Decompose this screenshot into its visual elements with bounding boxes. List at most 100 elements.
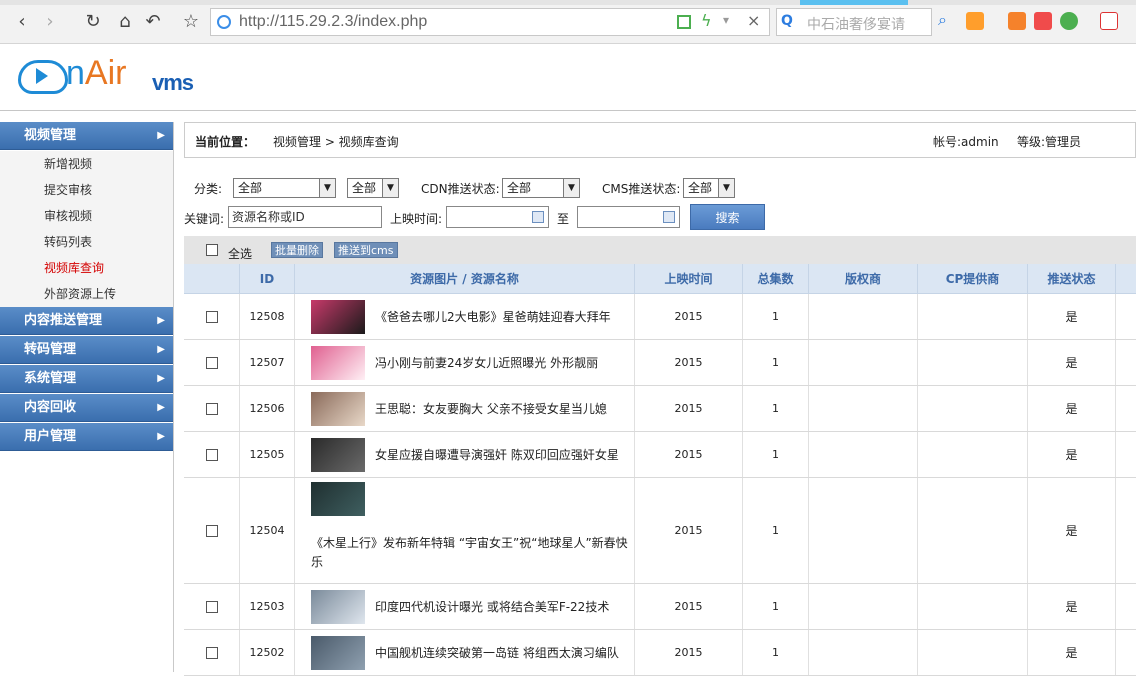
submenu-submit-review[interactable]: 提交审核 [0, 177, 173, 203]
end-date-input[interactable] [577, 206, 680, 228]
category-value: 全部 [238, 181, 263, 195]
header-copyright[interactable]: 版权商 [809, 264, 918, 294]
resource-thumbnail[interactable] [311, 590, 365, 624]
category-select[interactable]: 全部 ▼ [233, 178, 336, 198]
calendar-icon[interactable] [663, 211, 675, 223]
subcategory-select[interactable]: 全部 ▼ [347, 178, 399, 198]
breadcrumb-label: 当前位置： [195, 135, 256, 149]
menu-video-management[interactable]: 视频管理 ▶ [0, 122, 173, 150]
header-push-status[interactable]: 推送状态 [1028, 264, 1116, 294]
resource-title[interactable]: 女星应援自曝遭导演强奸 陈双印回应强奸女星 [375, 446, 619, 463]
resource-thumbnail[interactable] [311, 438, 365, 472]
address-bar[interactable]: http://115.29.2.3/index.php ϟ ▾ × [210, 8, 770, 36]
row-push-status: 是 [1028, 340, 1116, 385]
menu-user-management[interactable]: 用户管理 ▶ [0, 423, 173, 451]
row-id: 12505 [240, 432, 295, 477]
resource-title[interactable]: 中国舰机连续突破第一岛链 将组西太演习编队 [375, 644, 619, 661]
row-checkbox[interactable] [205, 356, 218, 369]
row-resource: 王思聪：女友要胸大 父亲不接受女星当儿媳 [295, 386, 635, 431]
submenu-external-upload[interactable]: 外部资源上传 [0, 281, 173, 307]
search-engine-icon[interactable]: Q [781, 13, 793, 29]
calendar-icon[interactable] [532, 211, 544, 223]
resource-title[interactable]: 《木星上行》发布新年特辑 “宇宙女王”祝“地球星人”新春快乐 [311, 534, 631, 572]
cms-status-select[interactable]: 全部 ▼ [683, 178, 735, 198]
header-id[interactable]: ID [240, 264, 295, 294]
security-icon[interactable] [1060, 12, 1078, 30]
resource-thumbnail[interactable] [311, 300, 365, 334]
table-header: ID 资源图片 / 资源名称 上映时间 总集数 版权商 CP提供商 推送状态 [184, 264, 1136, 294]
browser-search-input[interactable]: Q 中石油奢侈宴请 [776, 8, 932, 36]
menu-content-push[interactable]: 内容推送管理 ▶ [0, 307, 173, 335]
start-date-input[interactable] [446, 206, 549, 228]
row-release-year: 2015 [635, 386, 743, 431]
row-checkbox[interactable] [205, 524, 218, 537]
home-icon[interactable]: ⌂ [114, 10, 136, 34]
undo-icon[interactable]: ↶ [142, 10, 164, 34]
submenu-transcode-list[interactable]: 转码列表 [0, 229, 173, 255]
row-checkbox[interactable] [205, 448, 218, 461]
header-resource[interactable]: 资源图片 / 资源名称 [295, 264, 635, 294]
search-button[interactable]: 搜索 [690, 204, 765, 230]
row-cp-provider [918, 340, 1028, 385]
push-cms-button[interactable]: 推送到cms [334, 242, 398, 258]
mail-icon[interactable] [1034, 12, 1052, 30]
resource-thumbnail[interactable] [311, 392, 365, 426]
row-release-year: 2015 [635, 340, 743, 385]
translate-icon[interactable] [1100, 12, 1118, 30]
menu-content-recycle[interactable]: 内容回收 ▶ [0, 394, 173, 422]
speed-mode-icon[interactable]: ϟ [701, 11, 712, 30]
header-release-date[interactable]: 上映时间 [635, 264, 743, 294]
triangle-right-icon: ▶ [157, 431, 165, 442]
chevron-down-icon: ▼ [718, 179, 734, 197]
row-resource: 冯小刚与前妻24岁女儿近照曝光 外形靓丽 [295, 340, 635, 385]
row-push-status: 是 [1028, 386, 1116, 431]
row-copyright [809, 340, 918, 385]
row-checkbox[interactable] [205, 402, 218, 415]
submenu-add-video[interactable]: 新增视频 [0, 151, 173, 177]
submenu-review-video[interactable]: 审核视频 [0, 203, 173, 229]
extension-icon[interactable] [1008, 12, 1026, 30]
table-row: 12503 印度四代机设计曝光 或将结合美军F-22技术 2015 1 是 [184, 584, 1136, 630]
row-cp-provider [918, 584, 1028, 629]
submenu-video-library[interactable]: 视频库查询 [0, 255, 173, 281]
resource-title[interactable]: 《爸爸去哪儿2大电影》星爸萌娃迎春大拜年 [375, 308, 611, 325]
cdn-status-value: 全部 [507, 181, 532, 195]
select-all-checkbox[interactable] [206, 244, 218, 256]
apps-icon[interactable] [966, 12, 984, 30]
row-episodes: 1 [743, 294, 809, 339]
refresh-icon[interactable]: ↻ [82, 10, 104, 34]
forward-icon[interactable]: › [40, 10, 60, 34]
resource-title[interactable]: 冯小刚与前妻24岁女儿近照曝光 外形靓丽 [375, 354, 598, 371]
header-episodes[interactable]: 总集数 [743, 264, 809, 294]
keyword-input[interactable]: 资源名称或ID [228, 206, 382, 228]
menu-label: 视频管理 [24, 128, 77, 143]
header-cp-provider[interactable]: CP提供商 [918, 264, 1028, 294]
row-checkbox[interactable] [205, 310, 218, 323]
cdn-status-select[interactable]: 全部 ▼ [502, 178, 580, 198]
search-icon[interactable]: ⌕ [938, 10, 947, 30]
row-cp-provider [918, 630, 1028, 675]
row-id: 12506 [240, 386, 295, 431]
resource-title[interactable]: 印度四代机设计曝光 或将结合美军F-22技术 [375, 598, 609, 615]
resource-thumbnail[interactable] [311, 636, 365, 670]
row-checkbox[interactable] [205, 646, 218, 659]
menu-transcode[interactable]: 转码管理 ▶ [0, 336, 173, 364]
close-icon[interactable]: × [747, 11, 760, 30]
breadcrumb: 当前位置： 视频管理 > 视频库查询 帐号:admin 等级:管理员 [184, 122, 1136, 158]
row-release-year: 2015 [635, 630, 743, 675]
url-dropdown-icon[interactable]: ▾ [723, 13, 729, 27]
back-icon[interactable]: ‹ [12, 10, 32, 34]
logo-n: n [66, 54, 85, 92]
table-row: 12505 女星应援自曝遭导演强奸 陈双印回应强奸女星 2015 1 是 [184, 432, 1136, 478]
resource-thumbnail[interactable] [311, 482, 365, 516]
triangle-right-icon: ▶ [157, 315, 165, 326]
resource-title[interactable]: 王思聪：女友要胸大 父亲不接受女星当儿媳 [375, 400, 607, 417]
row-copyright [809, 386, 918, 431]
batch-delete-button[interactable]: 批量删除 [271, 242, 323, 258]
favorite-star-icon[interactable]: ☆ [180, 10, 202, 34]
menu-system[interactable]: 系统管理 ▶ [0, 365, 173, 393]
row-checkbox[interactable] [205, 600, 218, 613]
browser-toolbar: ‹ › ↻ ⌂ ↶ ☆ http://115.29.2.3/index.php … [0, 0, 1136, 44]
resource-thumbnail[interactable] [311, 346, 365, 380]
qr-code-icon[interactable] [677, 15, 691, 29]
